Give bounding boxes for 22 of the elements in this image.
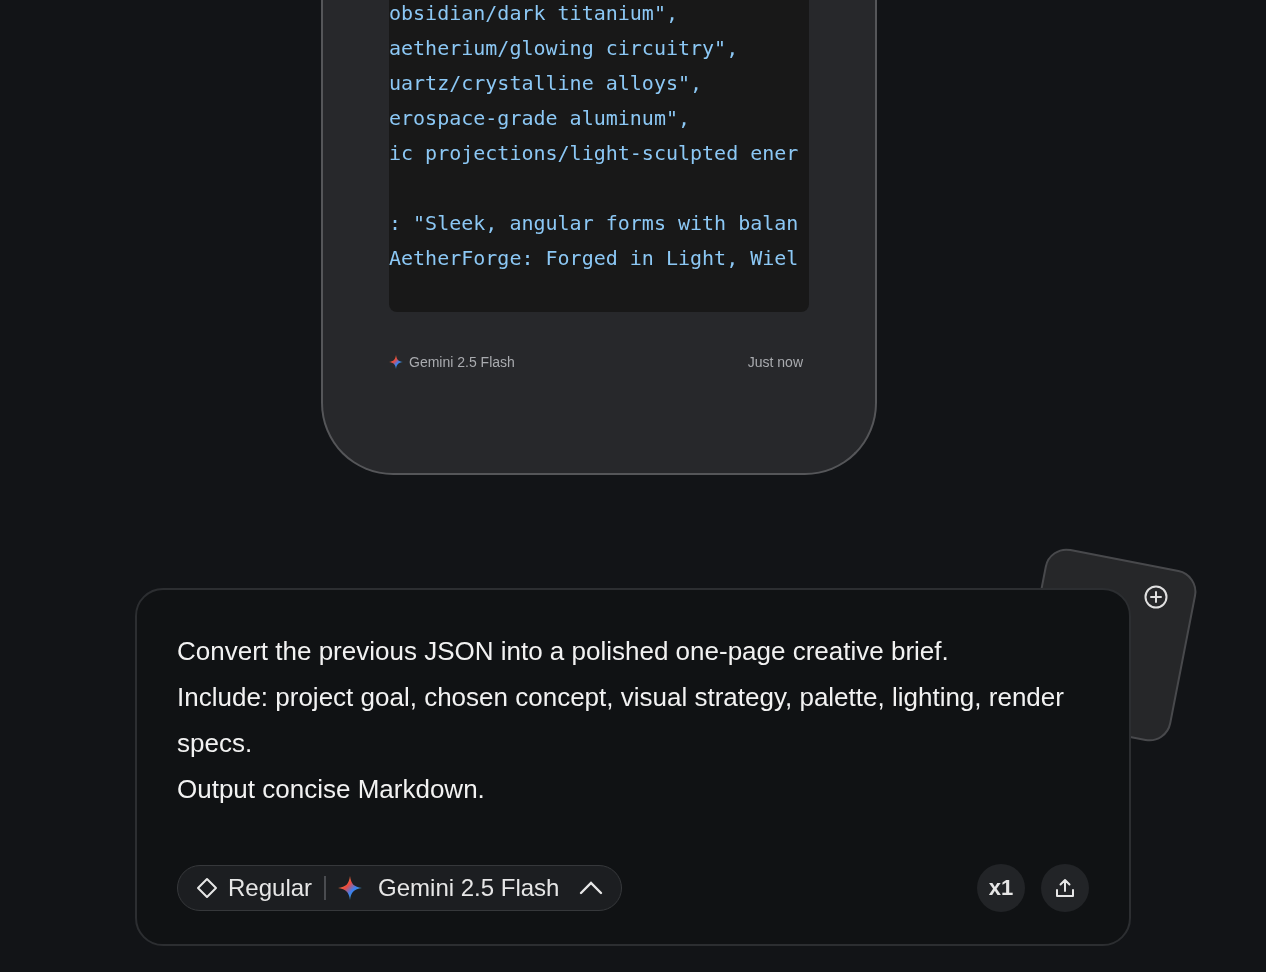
share-icon bbox=[1054, 877, 1076, 899]
sparkle-icon bbox=[338, 876, 363, 900]
chevron-up-icon bbox=[579, 881, 604, 895]
add-icon[interactable] bbox=[1143, 584, 1169, 610]
code-line: : "Sleek, angular forms with balan bbox=[389, 210, 800, 237]
code-line: obsidian/dark titanium", bbox=[389, 0, 679, 27]
code-line: AetherForge: Forged in Light, Wiel bbox=[389, 245, 800, 272]
model-name: Gemini 2.5 Flash bbox=[409, 354, 515, 370]
prompt-text: Include: project goal, chosen concept, visual strategy, palette, lighting, render specs. bbox=[177, 681, 1065, 760]
code-line: ic projections/light-sculpted ener bbox=[389, 140, 800, 167]
code-line: erospace-grade aluminum", bbox=[389, 105, 692, 132]
prompt-text: Output concise Markdown. bbox=[177, 773, 486, 806]
code-line: aetherium/glowing circuitry", bbox=[389, 35, 740, 62]
mode-button[interactable]: Regular bbox=[196, 874, 313, 902]
timestamp: Just now bbox=[747, 354, 803, 370]
prompt-text: Convert the previous JSON into a polished one-page creative brief. bbox=[177, 635, 950, 668]
share-button[interactable] bbox=[1041, 864, 1089, 912]
count-button[interactable]: x1 bbox=[977, 864, 1025, 912]
code-line: uartz/crystalline alloys", bbox=[389, 70, 704, 97]
model-button[interactable]: Gemini 2.5 Flash bbox=[338, 874, 604, 902]
diamond-icon bbox=[196, 877, 218, 899]
sparkle-icon bbox=[389, 355, 403, 369]
